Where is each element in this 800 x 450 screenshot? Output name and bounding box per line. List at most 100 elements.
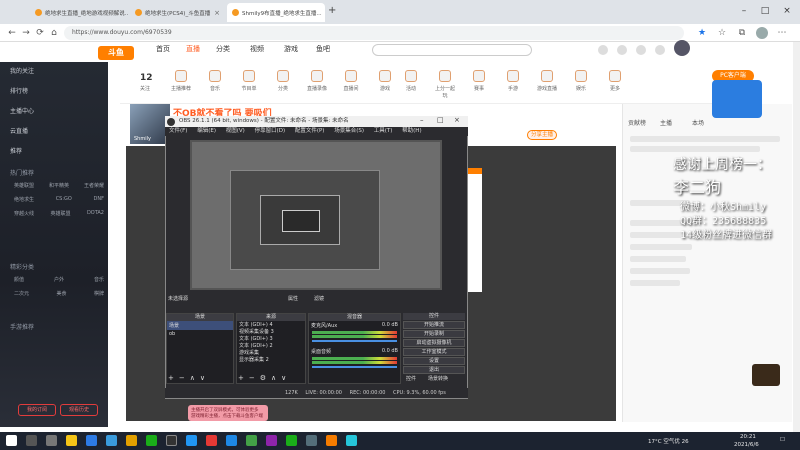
history-icon[interactable]	[636, 45, 646, 55]
category-item[interactable]: 游戏	[374, 70, 396, 92]
notification-icon[interactable]: ☐	[780, 437, 785, 443]
app-icon[interactable]	[346, 435, 357, 446]
obs-source-item[interactable]: 文本 (GDI+) 2	[237, 342, 305, 349]
new-tab-icon[interactable]: +	[328, 5, 336, 16]
obs-volume-slider[interactable]	[312, 366, 397, 368]
url-field[interactable]: https://www.douyu.com/6970539	[64, 26, 684, 40]
weather-widget[interactable]: 17°C 空气优 26	[648, 437, 689, 445]
category-item[interactable]: 活动	[400, 70, 422, 92]
category-item[interactable]: 游戏直播	[536, 70, 558, 92]
obs-exit-button[interactable]: 退出	[403, 366, 465, 374]
nav-home[interactable]: 首页	[156, 44, 170, 56]
obs-scene-toolbar[interactable]: +−∧∨	[168, 374, 210, 382]
obs-taskbar-icon[interactable]	[166, 435, 177, 446]
share-button[interactable]: 分享主播	[527, 130, 557, 140]
category-item[interactable]: 主播推荐	[170, 70, 192, 92]
category-item[interactable]: 上分一起玩	[434, 70, 456, 99]
mail-icon[interactable]	[86, 435, 97, 446]
obs-virtual-camera-button[interactable]: 启动虚拟摄像机	[403, 339, 465, 347]
app-icon[interactable]	[226, 435, 237, 446]
wechat-icon[interactable]	[146, 435, 157, 446]
sidebar-item-follow[interactable]: 我的关注	[10, 66, 34, 75]
close-icon[interactable]: ×	[214, 9, 220, 17]
forward-icon[interactable]: →	[20, 27, 32, 39]
sidebar-item-center[interactable]: 主播中心	[10, 106, 34, 115]
watch-history-button[interactable]: 观看历史	[60, 404, 98, 416]
obs-minimize-icon[interactable]: –	[420, 116, 424, 124]
obs-source-item[interactable]: 视频采集设备 3	[237, 328, 305, 335]
obs-filters-button[interactable]: 滤镜	[314, 295, 324, 302]
obs-source-item[interactable]: 显示器采集 2	[237, 356, 305, 363]
page-scrollbar[interactable]	[793, 42, 800, 432]
obs-menu-edit[interactable]: 编辑(E)	[197, 128, 216, 134]
browser-tab[interactable]: 绝地求生直播_绝地游戏视频解说... ×	[30, 3, 128, 22]
tab-contribution[interactable]: 贡献榜	[628, 118, 646, 127]
obs-preview-canvas[interactable]	[190, 140, 442, 290]
steam-icon[interactable]	[306, 435, 317, 446]
minimize-icon[interactable]: –	[735, 4, 753, 18]
obs-scene-item[interactable]: ob	[167, 330, 233, 338]
nav-yuba[interactable]: 鱼吧	[316, 44, 330, 56]
obs-tab-transitions[interactable]: 场景转换	[428, 375, 448, 382]
folder-icon[interactable]	[126, 435, 137, 446]
client-tip[interactable]: 主播开启了双屏模式，可体验更多 游戏精彩主播，点击下载斗鱼客户端	[188, 405, 268, 421]
sidebar-item-cloud[interactable]: 云直播	[10, 126, 28, 135]
sidebar-row[interactable]: 绝地求生 CS:GO DNF	[14, 196, 104, 203]
sidebar-row[interactable]: 穿越火线 英雄联盟 DOTA2	[14, 210, 104, 217]
obs-source-item[interactable]: 游戏采集	[237, 349, 305, 356]
tab-anchor[interactable]: 主播	[660, 118, 672, 127]
close-window-icon[interactable]: ×	[778, 4, 796, 18]
category-item[interactable]: 节目单	[238, 70, 260, 92]
star-icon[interactable]: ★	[696, 27, 708, 39]
category-item[interactable]: 音乐	[204, 70, 226, 92]
obs-tab-controls[interactable]: 控件	[406, 375, 416, 382]
app-icon[interactable]	[246, 435, 257, 446]
edge-icon[interactable]	[106, 435, 117, 446]
obs-menu-view[interactable]: 视图(V)	[226, 128, 245, 134]
obs-close-icon[interactable]: ×	[454, 116, 460, 124]
more-menu-icon[interactable]: ⋯	[776, 27, 788, 39]
sidebar-item-recommend[interactable]: 推荐	[10, 146, 22, 155]
download-icon[interactable]	[598, 45, 608, 55]
browser-tab-active[interactable]: Shmily9布直播_绝地求生直播... ×	[227, 3, 325, 22]
obs-menu-help[interactable]: 帮助(H)	[402, 128, 421, 134]
category-item[interactable]: 娱乐	[570, 70, 592, 92]
message-icon[interactable]	[617, 45, 627, 55]
promo-banner[interactable]	[712, 80, 762, 118]
obs-source-item[interactable]: 文本 (GDI+) 3	[237, 335, 305, 342]
home-icon[interactable]: ⌂	[48, 27, 60, 39]
collections-icon[interactable]: ⧉	[736, 27, 748, 39]
obs-studio-mode-button[interactable]: 工作室模式	[403, 348, 465, 356]
file-explorer-icon[interactable]	[66, 435, 77, 446]
obs-start-streaming-button[interactable]: 开始推流	[403, 321, 465, 329]
sidebar-row[interactable]: 英雄联盟 和平精英 王者荣耀	[14, 182, 104, 189]
category-item[interactable]: 赛事	[468, 70, 490, 92]
obs-menu-scenes[interactable]: 场景集合(S)	[334, 128, 364, 134]
reading-list-icon[interactable]: ☆	[716, 27, 728, 39]
douyu-logo[interactable]: 斗鱼	[98, 46, 134, 60]
category-item[interactable]: 手游	[502, 70, 524, 92]
obs-menu-profile[interactable]: 配置文件(P)	[295, 128, 325, 134]
clock-date[interactable]: 2021/6/6	[734, 442, 759, 448]
app-icon[interactable]	[206, 435, 217, 446]
category-item[interactable]: 分类	[272, 70, 294, 92]
obs-volume-slider[interactable]	[312, 340, 397, 342]
my-subscription-button[interactable]: 我的订阅	[18, 404, 56, 416]
maximize-icon[interactable]: □	[756, 4, 774, 18]
obs-settings-button[interactable]: 设置	[403, 357, 465, 365]
category-item[interactable]: 直播录像	[306, 70, 328, 92]
follow-icon[interactable]	[655, 45, 665, 55]
nav-video[interactable]: 视频	[250, 44, 264, 56]
obs-source-item[interactable]: 文本 (GDI+) 4	[237, 321, 305, 328]
obs-source-toolbar[interactable]: +−⚙∧∨	[238, 374, 291, 382]
app-icon[interactable]	[266, 435, 277, 446]
obs-menu-file[interactable]: 文件(F)	[169, 128, 187, 134]
back-icon[interactable]: ←	[6, 27, 18, 39]
refresh-icon[interactable]: ⟳	[34, 27, 46, 39]
search-icon[interactable]	[26, 435, 37, 446]
category-item[interactable]: 直播间	[340, 70, 362, 92]
sidebar-item-rank[interactable]: 排行榜	[10, 86, 28, 95]
browser-tab[interactable]: 绝地求生(PCS4)_斗鱼直播 ×	[130, 3, 225, 22]
app-icon[interactable]	[186, 435, 197, 446]
obs-maximize-icon[interactable]: □	[437, 116, 444, 124]
